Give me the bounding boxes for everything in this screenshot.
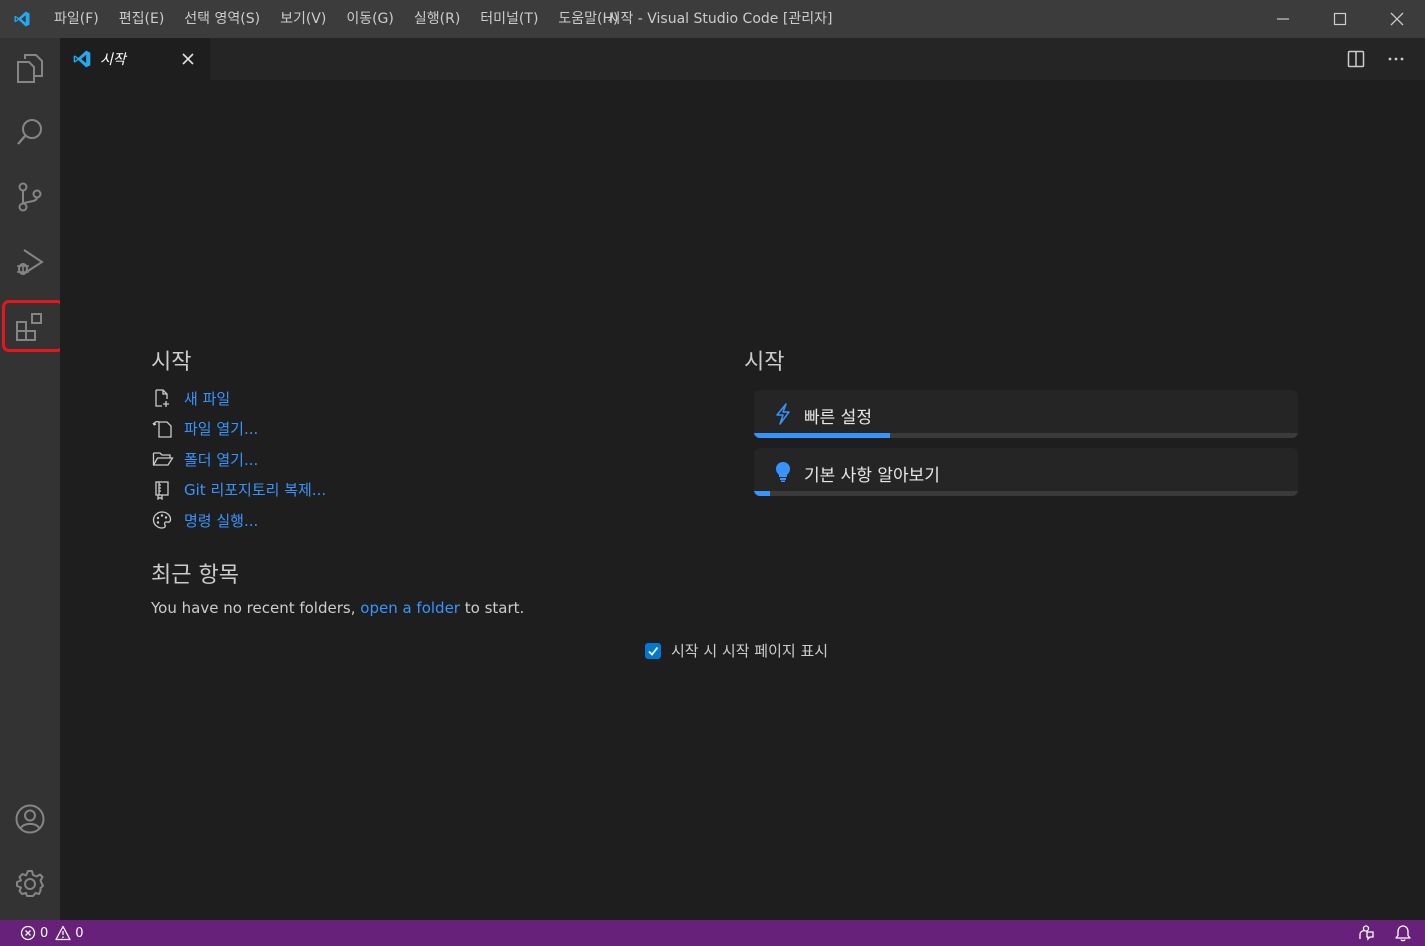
run-debug-button[interactable] — [0, 233, 60, 291]
recent-section-title: 최근 항목 — [151, 563, 239, 588]
minimize-icon — [1276, 18, 1289, 20]
source-control-icon — [18, 182, 42, 212]
warning-icon — [55, 925, 71, 941]
command-palette-icon — [152, 509, 176, 531]
feedback-button[interactable] — [1357, 920, 1375, 946]
menu-edit[interactable]: 편집(E) — [109, 0, 175, 38]
lightning-icon — [772, 402, 794, 426]
maximize-icon — [1333, 12, 1346, 26]
walkthrough-card-learn-basics[interactable]: 기본 사항 알아보기 — [754, 448, 1298, 496]
walkthrough-progress-fill — [754, 433, 890, 438]
run-command-label: 명령 실행... — [184, 511, 259, 530]
open-folder-icon — [152, 448, 176, 470]
editor-tab-strip: 시작 — [60, 38, 1425, 80]
walkthroughs-section-title: 시작 — [744, 350, 785, 375]
close-icon — [1390, 12, 1403, 26]
vscode-tab-icon — [72, 48, 94, 70]
walkthrough-progress-fill — [754, 491, 770, 496]
show-on-startup-option[interactable]: 시작 시 시작 페이지 표시 — [645, 640, 828, 661]
walkthrough-card-quick-setup[interactable]: 빠른 설정 — [754, 390, 1298, 438]
extensions-button[interactable] — [0, 298, 60, 356]
status-bar: 0 0 — [0, 920, 1425, 946]
walkthrough-label: 빠른 설정 — [804, 408, 872, 428]
menu-run[interactable]: 실행(R) — [404, 0, 470, 38]
recent-text-after: to start. — [464, 599, 525, 617]
show-on-startup-checkbox[interactable] — [645, 642, 661, 659]
new-file-label: 새 파일 — [184, 389, 231, 408]
accounts-button[interactable] — [0, 790, 60, 848]
manage-button[interactable] — [0, 855, 60, 913]
error-icon — [20, 925, 36, 941]
search-icon — [17, 119, 42, 145]
explorer-icon — [17, 54, 43, 83]
lightbulb-icon — [772, 460, 794, 484]
start-section-title: 시작 — [151, 350, 192, 375]
title-bar: 파일(F) 편집(E) 선택 영역(S) 보기(V) 이동(G) 실행(R) 터… — [0, 0, 1425, 38]
open-file-link[interactable]: 파일 열기... — [152, 414, 326, 445]
notifications-button[interactable] — [1395, 920, 1411, 946]
tab-close-button[interactable] — [178, 49, 198, 69]
source-control-button[interactable] — [0, 168, 60, 226]
close-window-button[interactable] — [1368, 0, 1425, 38]
git-clone-label: Git 리포지토리 복제... — [184, 481, 327, 500]
run-command-link[interactable]: 명령 실행... — [152, 505, 326, 536]
close-icon — [182, 53, 194, 65]
account-icon — [15, 804, 45, 834]
settings-gear-icon — [16, 870, 44, 897]
vscode-logo-icon[interactable] — [0, 0, 44, 38]
editor-actions — [1343, 38, 1409, 80]
more-actions-button[interactable] — [1383, 46, 1409, 72]
walkthrough-label: 기본 사항 알아보기 — [804, 466, 940, 486]
menu-go[interactable]: 이동(G) — [336, 0, 404, 38]
bell-icon — [1395, 925, 1411, 942]
tab-start[interactable]: 시작 — [60, 38, 210, 80]
feedback-icon — [1359, 925, 1374, 941]
git-clone-icon — [152, 479, 176, 501]
open-file-icon — [152, 418, 176, 440]
split-editor-button[interactable] — [1343, 46, 1369, 72]
checkmark-icon — [648, 646, 659, 656]
new-file-icon — [152, 387, 176, 409]
menu-file[interactable]: 파일(F) — [44, 0, 109, 38]
recent-text-before: You have no recent folders, — [151, 599, 356, 617]
status-bar-right — [1357, 920, 1411, 946]
recent-empty-message: You have no recent folders, open a folde… — [151, 599, 524, 617]
git-clone-link[interactable]: Git 리포지토리 복제... — [152, 475, 326, 506]
split-editor-icon — [1347, 50, 1365, 68]
warning-count: 0 — [75, 925, 84, 941]
menu-selection[interactable]: 선택 영역(S) — [174, 0, 270, 38]
tab-label: 시작 — [100, 52, 126, 68]
search-button[interactable] — [0, 103, 60, 161]
open-folder-inline-link[interactable]: open a folder — [360, 599, 460, 617]
problems-indicator[interactable]: 0 0 — [20, 920, 84, 946]
open-file-label: 파일 열기... — [184, 420, 259, 439]
error-count: 0 — [40, 925, 49, 941]
maximize-button[interactable] — [1311, 0, 1368, 38]
walkthrough-progress-track — [754, 491, 1298, 496]
extensions-icon — [16, 313, 42, 341]
open-folder-link[interactable]: 폴더 열기... — [152, 444, 326, 475]
show-on-startup-label: 시작 시 시작 페이지 표시 — [671, 642, 829, 660]
walkthrough-progress-track — [754, 433, 1298, 438]
explorer-button[interactable] — [0, 39, 60, 97]
activity-bar — [0, 38, 64, 920]
window-title: 시작 - Visual Studio Code [관리자] — [607, 11, 833, 27]
window-controls — [1254, 0, 1425, 38]
menu-view[interactable]: 보기(V) — [270, 0, 336, 38]
run-debug-icon — [17, 249, 44, 275]
open-folder-label: 폴더 열기... — [184, 450, 259, 469]
new-file-link[interactable]: 새 파일 — [152, 383, 326, 414]
start-actions-list: 새 파일 파일 열기... 폴더 열기... Git 리포지토리 복제... 명… — [152, 383, 326, 536]
start-page: 시작 새 파일 파일 열기... 폴더 열기... Git 리포지토리 복제..… — [60, 80, 1425, 920]
minimize-button[interactable] — [1254, 0, 1311, 38]
ellipsis-icon — [1388, 57, 1404, 61]
